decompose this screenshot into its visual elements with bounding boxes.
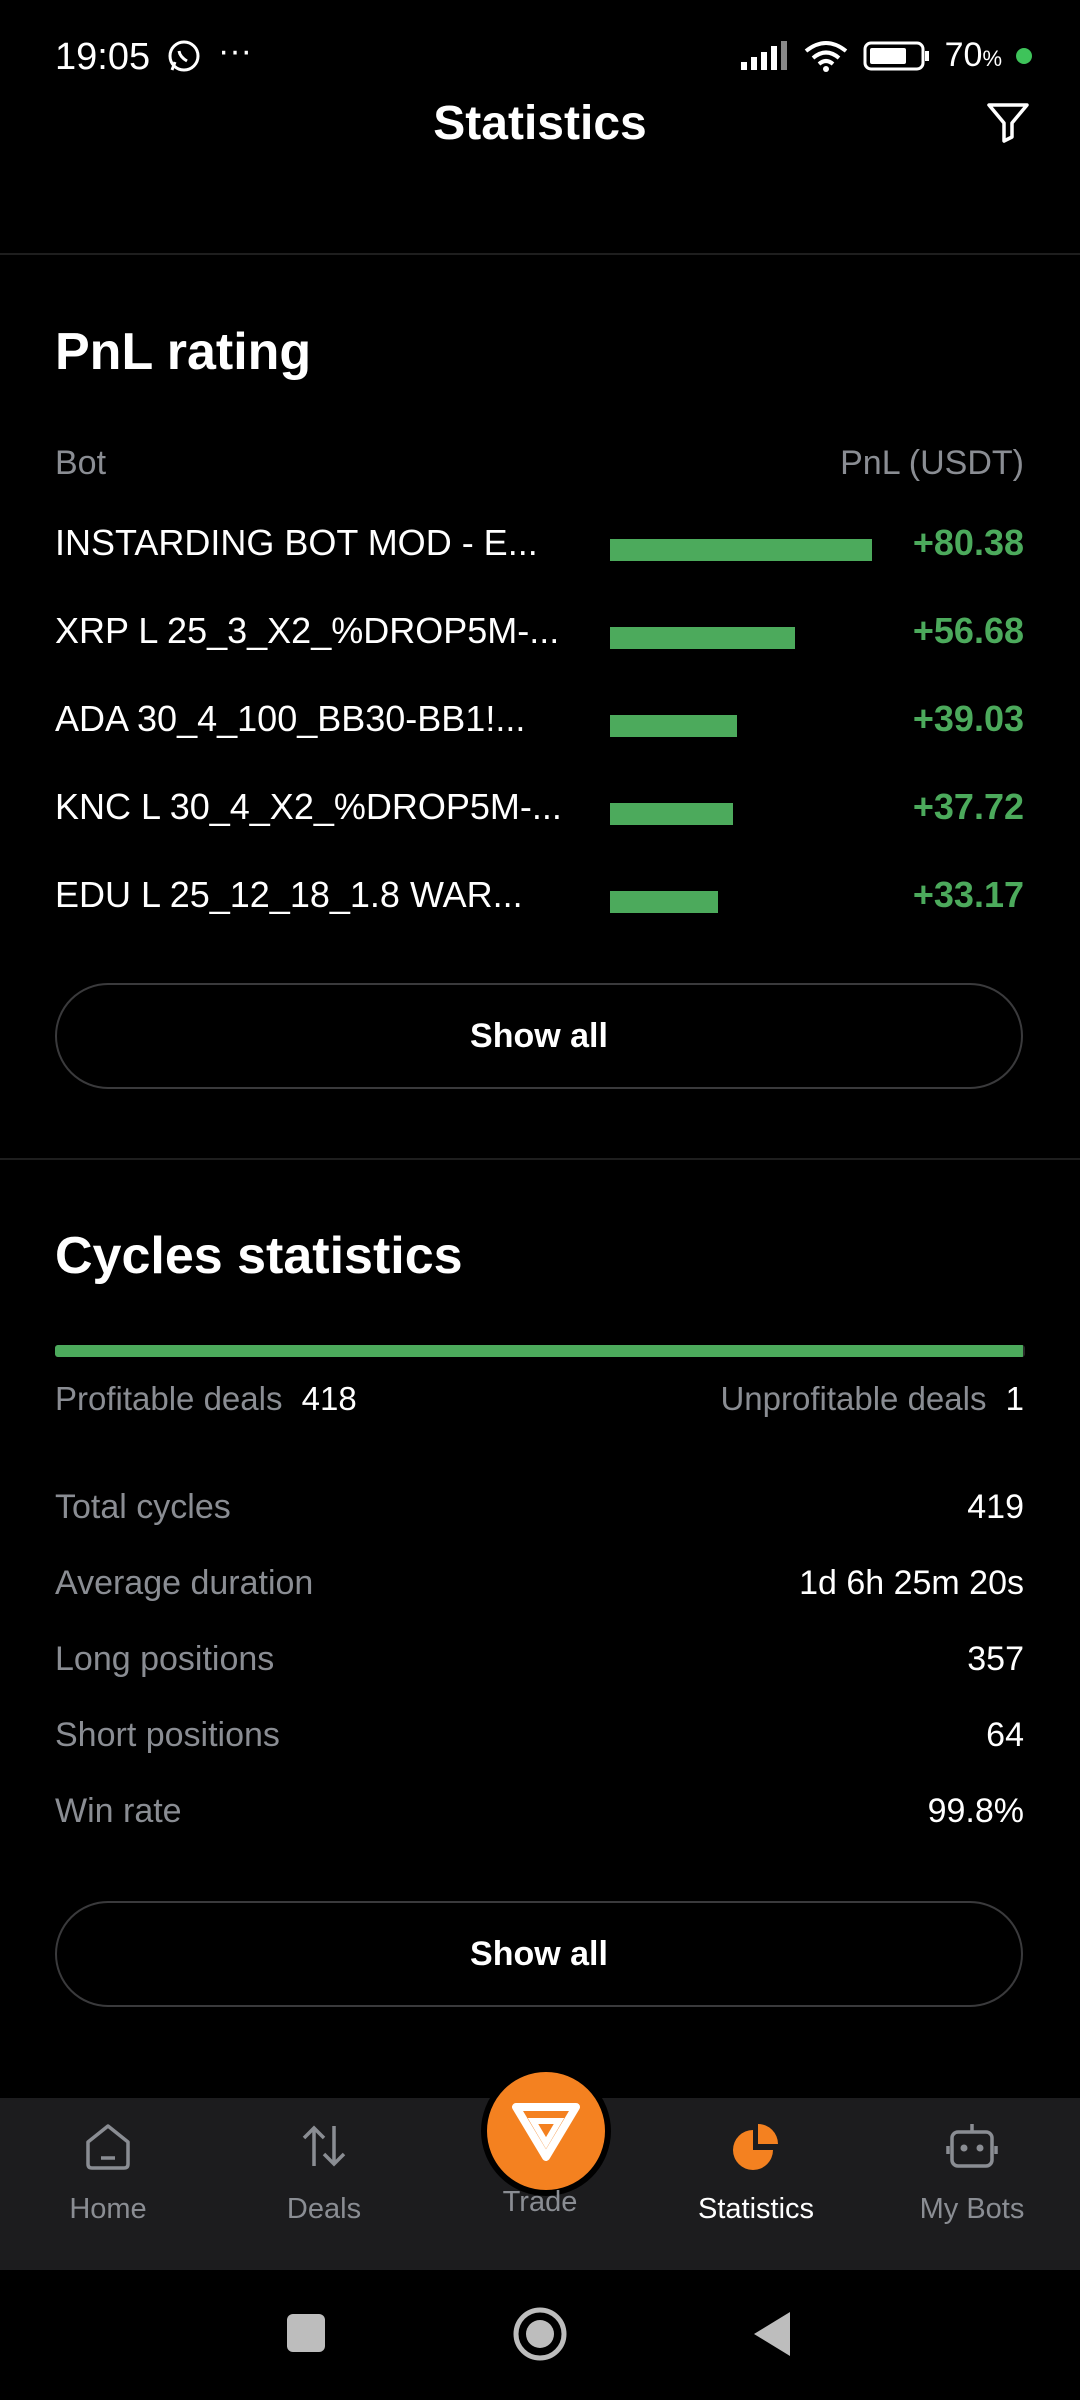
battery-unit: %	[982, 46, 1002, 71]
stat-value: 99.8%	[927, 1792, 1024, 1830]
recent-apps-button[interactable]	[287, 2314, 325, 2352]
battery-value: 70	[944, 36, 983, 74]
bot-icon	[946, 2124, 998, 2168]
nav-deals-label: Deals	[286, 2193, 362, 2225]
pnl-row-name: KNC L 30_4_X2_%DROP5M-...	[55, 786, 562, 827]
unprofitable-deals: Unprofitable deals 1	[720, 1380, 1024, 1418]
stat-label: Total cycles	[55, 1488, 231, 1526]
battery-icon	[863, 41, 929, 70]
status-bar: 19:05 ··· 70%	[0, 0, 1080, 110]
stat-label: Long positions	[55, 1640, 275, 1678]
pnl-row-name: INSTARDING BOT MOD - E...	[55, 522, 538, 563]
deals-icon	[302, 2125, 346, 2167]
pnl-row-value: +33.17	[912, 874, 1024, 915]
privacy-indicator	[1016, 47, 1032, 64]
nav-my-bots-label: My Bots	[919, 2193, 1025, 2225]
whatsapp-icon	[166, 38, 202, 79]
nav-statistics-label: Statistics	[697, 2193, 815, 2225]
pnl-row-value: +80.38	[912, 522, 1024, 563]
stat-label: Win rate	[55, 1792, 182, 1830]
cycles-statistics-title: Cycles statistics	[55, 1227, 463, 1285]
page-title: Statistics	[433, 97, 647, 150]
profitable-deals-label: Profitable deals	[55, 1380, 283, 1417]
pnl-row-value: +37.72	[912, 786, 1024, 827]
stat-value: 419	[967, 1488, 1024, 1526]
pnl-row-bar	[610, 539, 872, 561]
status-icons: 70%	[739, 36, 1032, 75]
wifi-icon	[804, 40, 847, 72]
pnl-row-bar	[610, 715, 737, 737]
pnl-row-name: ADA 30_4_100_BB30-BB1!...	[55, 698, 526, 739]
nav-trade[interactable]: Trade	[432, 2186, 648, 2219]
profit-ratio-bar	[55, 1345, 1025, 1357]
stat-label: Short positions	[55, 1716, 280, 1754]
nav-home-label: Home	[69, 2193, 147, 2225]
nav-my-bots[interactable]: My Bots	[864, 2118, 1080, 2226]
battery-percent: 70%	[945, 36, 1002, 75]
stat-label: Average duration	[55, 1564, 314, 1602]
nav-home[interactable]: Home	[0, 2118, 216, 2226]
pnl-column-header: PnL (USDT)	[840, 444, 1024, 482]
header-divider	[0, 253, 1080, 255]
cycles-show-all-button[interactable]: Show all	[55, 1901, 1023, 2007]
unprofitable-deals-value: 1	[1005, 1380, 1024, 1417]
pnl-row-value: +39.03	[912, 698, 1024, 739]
more-notifications-icon: ···	[218, 32, 252, 70]
pnl-show-all-button[interactable]: Show all	[55, 983, 1023, 1089]
filter-icon	[987, 103, 1029, 143]
home-icon	[86, 2124, 130, 2170]
pnl-row-bar	[610, 803, 733, 825]
profitable-deals: Profitable deals 418	[55, 1380, 357, 1418]
unprofitable-deals-label: Unprofitable deals	[720, 1380, 987, 1417]
signal-icon	[740, 40, 787, 70]
home-circle-icon	[513, 2307, 567, 2361]
filter-button[interactable]	[984, 98, 1032, 146]
section-divider	[0, 1158, 1080, 1160]
pnl-row-name: XRP L 25_3_X2_%DROP5M-...	[55, 610, 560, 651]
home-system-button[interactable]	[512, 2306, 568, 2362]
nav-trade-label: Trade	[502, 2186, 578, 2218]
back-button[interactable]	[752, 2310, 792, 2358]
nav-deals[interactable]: Deals	[216, 2118, 432, 2226]
pnl-row-name: EDU L 25_12_18_1.8 WAR...	[55, 874, 523, 915]
pnl-row-value: +56.68	[912, 610, 1024, 651]
nav-statistics[interactable]: Statistics	[648, 2118, 864, 2226]
system-nav-bar	[0, 2270, 1080, 2400]
trade-logo-icon	[512, 2103, 580, 2161]
trade-button[interactable]	[481, 2066, 611, 2196]
bot-column-header: Bot	[55, 444, 107, 482]
stat-value: 1d 6h 25m 20s	[799, 1564, 1024, 1602]
profitable-deals-value: 418	[301, 1380, 357, 1417]
pnl-row-bar	[610, 627, 795, 649]
back-triangle-icon	[754, 2312, 790, 2356]
stat-value: 64	[986, 1716, 1024, 1754]
status-time: 19:05	[55, 36, 151, 78]
pnl-row-bar	[610, 891, 718, 913]
profit-ratio-fill	[55, 1345, 1024, 1357]
stat-value: 357	[967, 1640, 1024, 1678]
pie-chart-icon	[733, 2124, 778, 2170]
pnl-rating-title: PnL rating	[55, 323, 312, 381]
